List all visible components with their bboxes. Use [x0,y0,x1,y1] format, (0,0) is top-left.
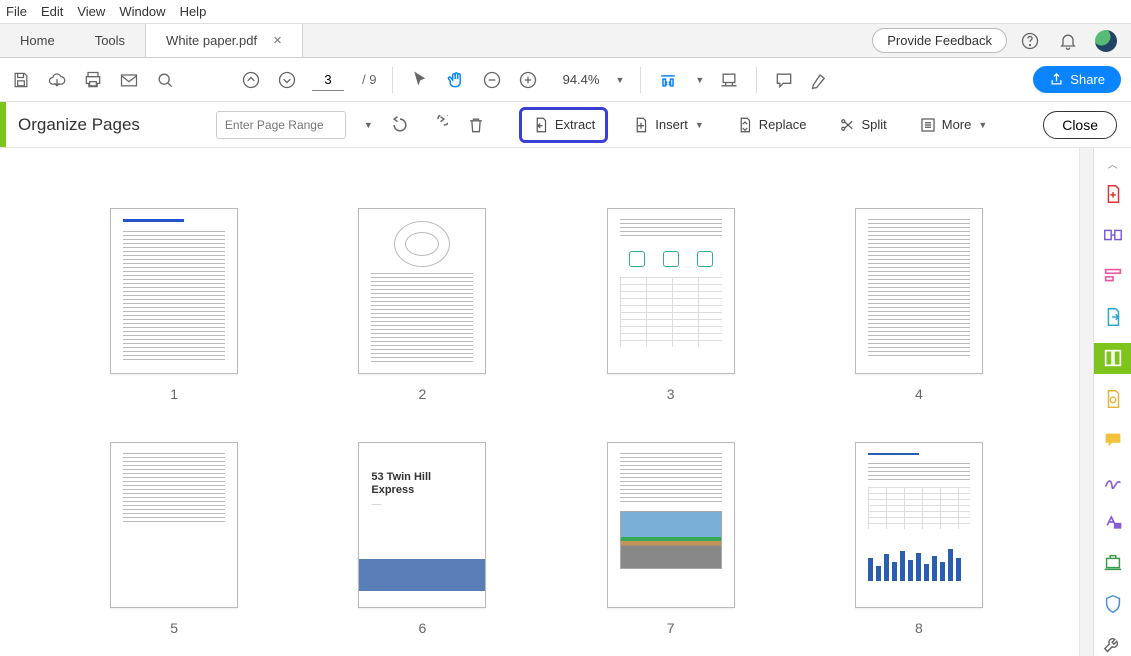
tab-document[interactable]: White paper.pdf × [145,24,303,57]
more-tools-icon[interactable] [1101,633,1125,656]
zoom-level[interactable]: 94.4% [553,72,599,87]
menu-bar: File Edit View Window Help [0,0,1131,24]
edit-pdf-icon[interactable] [1101,265,1125,288]
insert-label: Insert [655,117,688,132]
organize-toolbar: Organize Pages ▼ Extract Insert▼ Replace… [0,102,1131,148]
tab-home[interactable]: Home [0,24,75,57]
mail-icon[interactable] [118,69,140,91]
menu-window[interactable]: Window [119,4,165,19]
page-down-icon[interactable] [276,69,298,91]
delete-icon[interactable] [465,114,487,136]
page-thumb-3[interactable]: 3 [587,208,755,402]
save-icon[interactable] [10,69,32,91]
organize-title: Organize Pages [18,115,140,135]
provide-feedback-button[interactable]: Provide Feedback [872,28,1007,53]
fit-dropdown-icon[interactable]: ▼ [695,75,704,85]
create-pdf-icon[interactable] [1101,183,1125,206]
bell-icon[interactable] [1057,30,1079,52]
more-button[interactable]: More▼ [911,112,996,138]
avatar[interactable] [1095,30,1117,52]
split-button[interactable]: Split [830,112,894,138]
page-thumb-5[interactable]: 5 [90,442,258,636]
close-button[interactable]: Close [1043,111,1117,139]
share-button[interactable]: Share [1033,66,1121,93]
page-number: 4 [915,386,923,402]
zoom-out-icon[interactable] [481,69,503,91]
insert-button[interactable]: Insert▼ [624,112,711,138]
page-thumb-6[interactable]: 53 Twin HillExpress—— 6 [338,442,506,636]
extract-label: Extract [555,117,595,132]
rotate-right-icon[interactable] [427,114,449,136]
sign-icon[interactable] [1101,469,1125,492]
redact-icon[interactable] [1101,510,1125,533]
menu-view[interactable]: View [77,4,105,19]
export-pdf-icon[interactable] [1101,306,1125,329]
page-thumb-4[interactable]: 4 [835,208,1003,402]
page-up-icon[interactable] [240,69,262,91]
combine-icon[interactable] [1101,224,1125,247]
page-number: 7 [667,620,675,636]
page-number: 5 [170,620,178,636]
page-range-input[interactable] [216,111,346,139]
page-thumb-7[interactable]: 7 [587,442,755,636]
optimize-icon[interactable] [1101,551,1125,574]
page-number: 1 [170,386,178,402]
page-thumb-8[interactable]: 8 [835,442,1003,636]
menu-help[interactable]: Help [180,4,207,19]
page-number: 8 [915,620,923,636]
cloud-icon[interactable] [46,69,68,91]
tab-tools[interactable]: Tools [75,24,145,57]
split-label: Split [861,117,886,132]
comment-tool-icon[interactable] [1101,429,1125,452]
highlight-icon[interactable] [809,69,831,91]
page-number-input[interactable] [312,69,344,91]
select-tool-icon[interactable] [409,69,431,91]
comment-icon[interactable] [773,69,795,91]
range-dropdown-icon[interactable]: ▼ [364,120,373,130]
search-icon[interactable] [154,69,176,91]
page-thumb-1[interactable]: 1 [90,208,258,402]
zoom-dropdown-icon[interactable]: ▼ [615,75,624,85]
menu-file[interactable]: File [6,4,27,19]
replace-button[interactable]: Replace [728,112,815,138]
protect-icon[interactable] [1101,592,1125,615]
page-number: 2 [418,386,426,402]
tab-strip: Home Tools White paper.pdf × Provide Fee… [0,24,1131,58]
main-toolbar: / 9 94.4% ▼ ▼ Share [0,58,1131,102]
page-grid-container: 1 2 3 4 5 53 Twin HillExpress—— 6 7 8 [0,148,1093,656]
page-number: 6 [418,620,426,636]
send-comments-icon[interactable] [1101,388,1125,411]
page-number: 3 [667,386,675,402]
fit-width-icon[interactable] [657,69,679,91]
print-icon[interactable] [82,69,104,91]
hand-tool-icon[interactable] [445,69,467,91]
right-tools-rail: ︿ [1093,148,1131,656]
replace-label: Replace [759,117,807,132]
page-total-label: / 9 [362,72,376,87]
page-thumb-2[interactable]: 2 [338,208,506,402]
organize-pages-icon[interactable] [1094,343,1131,374]
collapse-rail-icon[interactable]: ︿ [1108,156,1118,171]
share-label: Share [1070,72,1105,87]
help-icon[interactable] [1019,30,1041,52]
extract-button[interactable]: Extract [519,107,608,143]
zoom-in-icon[interactable] [517,69,539,91]
page-grid: 1 2 3 4 5 53 Twin HillExpress—— 6 7 8 [0,148,1093,656]
view-mode-icon[interactable] [718,69,740,91]
tab-document-label: White paper.pdf [166,33,257,48]
more-label: More [942,117,972,132]
menu-edit[interactable]: Edit [41,4,63,19]
rotate-left-icon[interactable] [389,114,411,136]
close-tab-icon[interactable]: × [273,32,282,49]
